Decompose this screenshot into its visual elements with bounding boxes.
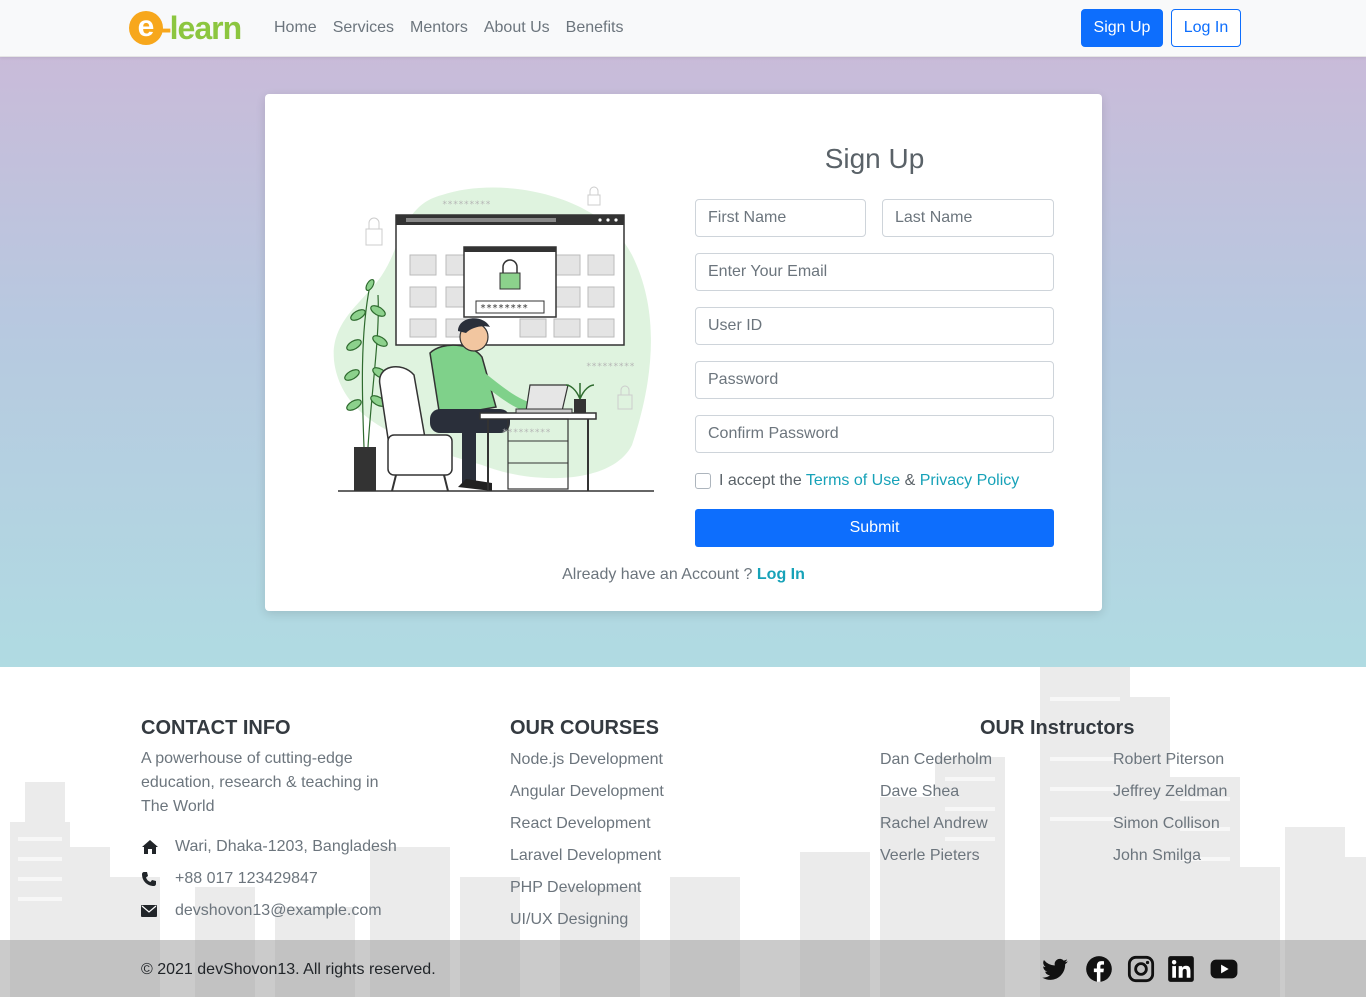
nav-links: Home Services Mentors About Us Benefits	[266, 18, 631, 38]
privacy-policy-link[interactable]: Privacy Policy	[920, 472, 1020, 489]
contact-address-row: Wari, Dhaka-1203, Bangladesh	[141, 838, 397, 856]
already-login-link[interactable]: Log In	[757, 566, 805, 583]
instructors-title: OUR Instructors	[980, 717, 1135, 739]
course-item[interactable]: Angular Development	[510, 783, 664, 815]
phone-icon	[141, 870, 163, 888]
instructors-list-left: Dan Cederholm Dave Shea Rachel Andrew Ve…	[880, 751, 992, 879]
youtube-icon[interactable]	[1210, 955, 1238, 983]
logo-wordmark: learn	[169, 9, 242, 46]
linkedin-icon[interactable]	[1167, 955, 1195, 983]
courses-title: OUR COURSES	[510, 717, 659, 739]
svg-text:********: ********	[480, 303, 528, 314]
logo-e-mark: e	[129, 11, 163, 45]
svg-text:*********: *********	[442, 200, 491, 210]
envelope-icon	[141, 902, 163, 920]
user-id-input[interactable]	[695, 307, 1054, 345]
home-icon	[141, 838, 163, 856]
course-item[interactable]: PHP Development	[510, 879, 664, 911]
nav-signup-button[interactable]: Sign Up	[1081, 9, 1163, 47]
courses-list: Node.js Development Angular Development …	[510, 751, 664, 943]
email-input[interactable]	[695, 253, 1054, 291]
course-item[interactable]: Node.js Development	[510, 751, 664, 783]
instructor-item[interactable]: Rachel Andrew	[880, 815, 992, 847]
instructor-item[interactable]: John Smilga	[1113, 847, 1227, 879]
signup-form-title: Sign Up	[824, 143, 925, 174]
nav-link-about-us[interactable]: About Us	[476, 18, 558, 38]
copyright-text: © 2021 devShovon13. All rights reserved.	[141, 961, 436, 978]
signup-illustration: ******** ********* ********* *********	[333, 186, 654, 492]
confirm-password-input[interactable]	[695, 415, 1054, 453]
password-input[interactable]	[695, 361, 1054, 399]
nav-link-home[interactable]: Home	[266, 18, 325, 38]
contact-phone: +88 017 123429847	[175, 870, 318, 887]
terms-amp: &	[904, 472, 916, 489]
contact-address: Wari, Dhaka-1203, Bangladesh	[175, 838, 397, 855]
contact-description: A powerhouse of cutting-edge education, …	[141, 750, 379, 815]
contact-info-title: CONTACT INFO	[141, 717, 291, 739]
terms-checkbox[interactable]	[695, 473, 711, 489]
instructor-item[interactable]: Dan Cederholm	[880, 751, 992, 783]
submit-button[interactable]: Submit	[695, 509, 1054, 547]
last-name-input[interactable]	[882, 199, 1054, 237]
instructor-item[interactable]: Veerle Pieters	[880, 847, 992, 879]
course-item[interactable]: Laravel Development	[510, 847, 664, 879]
svg-text:*********: *********	[502, 428, 551, 438]
nav-link-mentors[interactable]: Mentors	[402, 18, 476, 38]
svg-text:*********: *********	[586, 362, 635, 372]
twitter-icon[interactable]	[1041, 955, 1069, 983]
nav-link-benefits[interactable]: Benefits	[558, 18, 632, 38]
facebook-icon[interactable]	[1085, 955, 1113, 983]
instructor-item[interactable]: Jeffrey Zeldman	[1113, 783, 1227, 815]
elearn-logo[interactable]: e - learn	[129, 9, 242, 47]
first-name-input[interactable]	[695, 199, 866, 237]
contact-email-row: devshovon13@example.com	[141, 902, 382, 920]
instructor-item[interactable]: Dave Shea	[880, 783, 992, 815]
instructor-item[interactable]: Simon Collison	[1113, 815, 1227, 847]
nav-login-button[interactable]: Log In	[1171, 9, 1241, 47]
nav-link-services[interactable]: Services	[325, 18, 402, 38]
course-item[interactable]: React Development	[510, 815, 664, 847]
instructors-list-right: Robert Piterson Jeffrey Zeldman Simon Co…	[1113, 751, 1227, 879]
already-account-text: Already have an Account ? Log In	[265, 566, 1102, 584]
terms-text: I accept the Terms of Use & Privacy Poli…	[719, 472, 1019, 490]
terms-prefix: I accept the	[719, 472, 802, 489]
navbar: e - learn Home Services Mentors About Us…	[0, 0, 1366, 57]
instructor-item[interactable]: Robert Piterson	[1113, 751, 1227, 783]
contact-phone-row: +88 017 123429847	[141, 870, 318, 888]
terms-of-use-link[interactable]: Terms of Use	[806, 472, 900, 489]
contact-email: devshovon13@example.com	[175, 902, 382, 919]
instagram-icon[interactable]	[1127, 955, 1155, 983]
course-item[interactable]: UI/UX Designing	[510, 911, 664, 943]
already-account-label: Already have an Account ?	[562, 566, 753, 583]
